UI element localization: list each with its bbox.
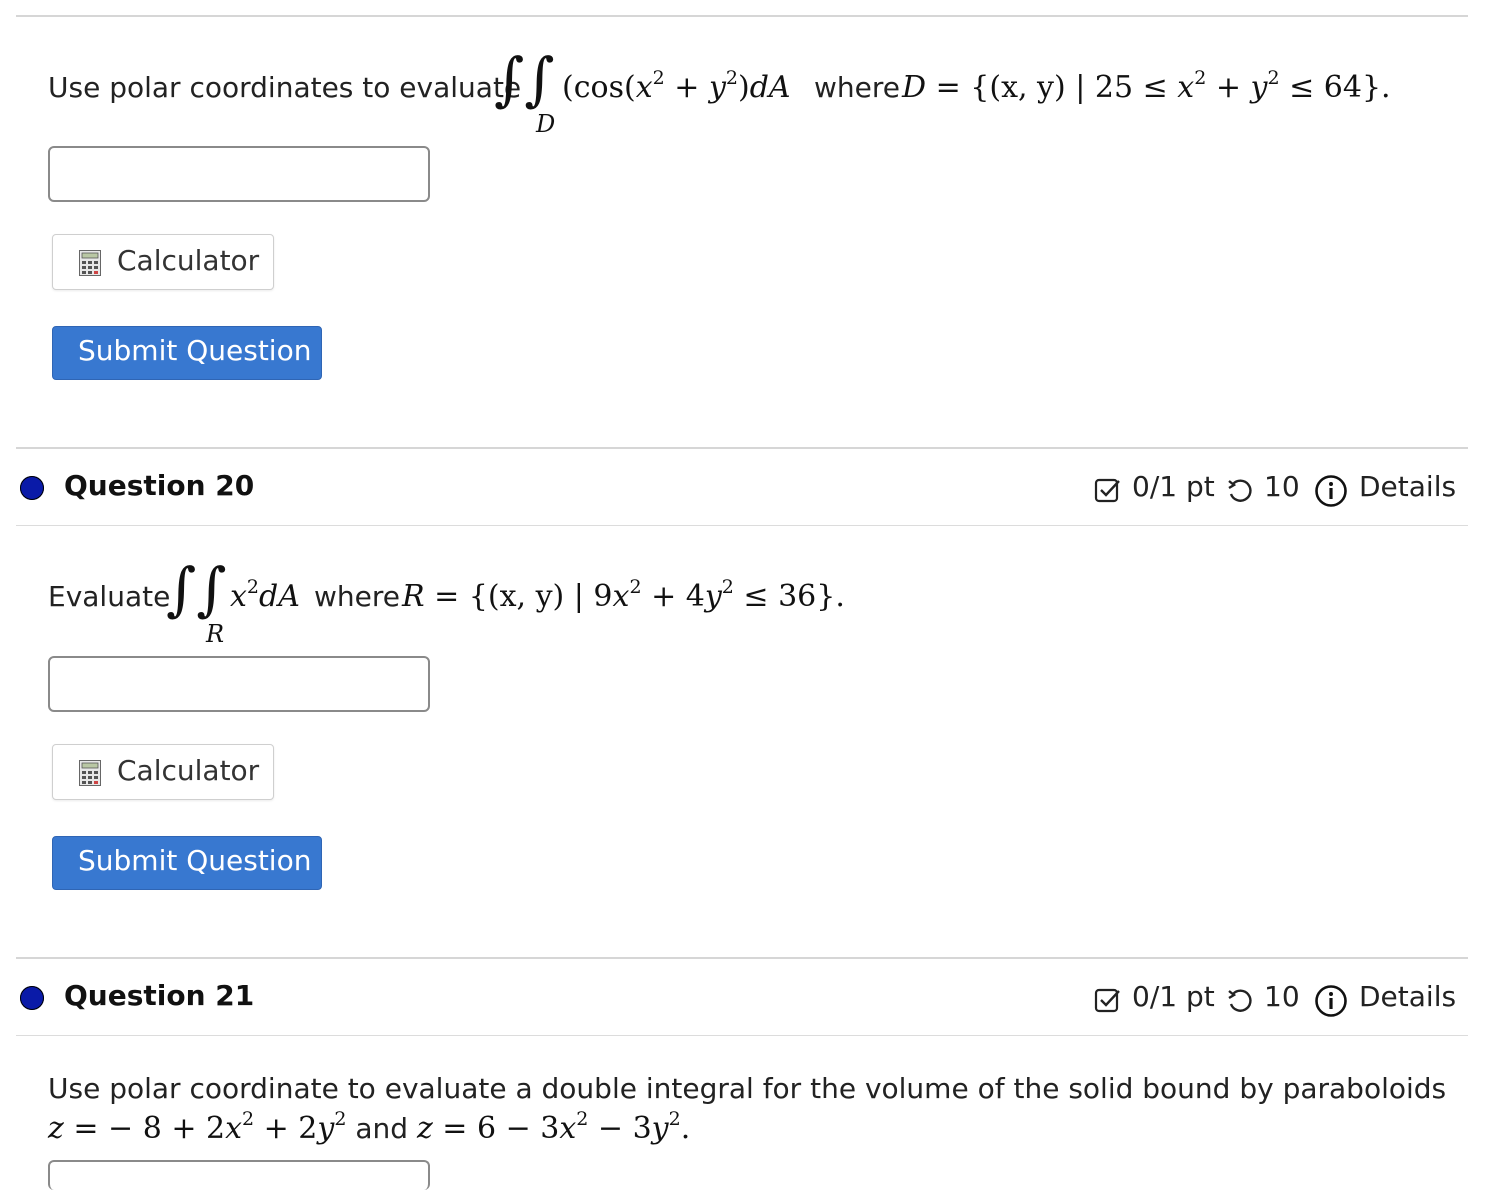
top-divider	[16, 15, 1468, 17]
q19-region-set: D = {(x, y) | 25 ≤ x2 + y2 ≤ 64}.	[902, 67, 1391, 105]
q19-submit-label: Submit Question	[78, 334, 312, 367]
q20-answer-input[interactable]	[48, 656, 430, 712]
q20-calculator-label: Calculator	[117, 754, 260, 787]
q20-title: Question 20	[64, 469, 255, 502]
q21-status-dot	[20, 986, 44, 1010]
retry-icon	[1228, 989, 1252, 1012]
q20-double-integral-sign: ∫∫	[166, 555, 227, 623]
q20-score: 0/1 pt	[1132, 470, 1215, 503]
q19-formula: (cos(x2 + y2)dA	[562, 67, 791, 105]
q20-status-dot	[20, 476, 44, 500]
calculator-icon	[79, 760, 101, 786]
q20-header-divider	[16, 525, 1468, 526]
q21-header-divider	[16, 1035, 1468, 1036]
q21-details-button[interactable]: Details	[1314, 980, 1457, 1020]
q20-submit-label: Submit Question	[78, 844, 312, 877]
q21-equations: z = − 8 + 2x2 + 2y2 and z = 6 − 3x2 − 3y…	[48, 1108, 691, 1146]
checkbox-icon	[1094, 478, 1120, 503]
info-icon	[1315, 475, 1347, 507]
q20-details-label: Details	[1359, 470, 1457, 503]
q19-answer-input[interactable]	[48, 146, 430, 202]
q19-where: where	[814, 71, 900, 104]
q20-calculator-button[interactable]: Calculator	[52, 744, 274, 800]
calculator-icon	[79, 250, 101, 276]
q20-retries-count: 10	[1264, 470, 1300, 503]
q20-where: where	[314, 580, 400, 613]
q20-details-button[interactable]: Details	[1314, 470, 1457, 510]
q20-integrand: x2dA	[230, 576, 300, 614]
q20-region-set: R = {(x, y) | 9x2 + 4y2 ≤ 36}.	[402, 576, 845, 614]
q21-retries-count: 10	[1264, 980, 1300, 1013]
q19-integral-region: D	[536, 110, 556, 138]
q20-header: Question 20 0/1 pt 10 Details	[0, 450, 1486, 526]
info-icon	[1315, 985, 1347, 1017]
q21-header: Question 21 0/1 pt 10 Details	[0, 960, 1486, 1036]
q20-prompt-prefix: Evaluate	[48, 580, 171, 613]
retry-icon	[1228, 479, 1252, 502]
checkbox-icon	[1094, 988, 1120, 1013]
q21-top-divider	[16, 957, 1468, 959]
q20-top-divider	[16, 447, 1468, 449]
q21-answer-input[interactable]	[48, 1160, 430, 1190]
q20-submit-button[interactable]: Submit Question	[52, 836, 322, 890]
q21-prompt-line1: Use polar coordinate to evaluate a doubl…	[48, 1072, 1447, 1105]
q19-calculator-button[interactable]: Calculator	[52, 234, 274, 290]
q19-prompt-prefix: Use polar coordinates to evaluate	[48, 71, 522, 104]
q21-details-label: Details	[1359, 980, 1457, 1013]
q21-title: Question 21	[64, 979, 255, 1012]
q20-integral-region: R	[206, 620, 225, 648]
q19-double-integral-sign: ∫∫	[494, 45, 555, 113]
q19-calculator-label: Calculator	[117, 244, 260, 277]
q21-score: 0/1 pt	[1132, 980, 1215, 1013]
q19-submit-button[interactable]: Submit Question	[52, 326, 322, 380]
